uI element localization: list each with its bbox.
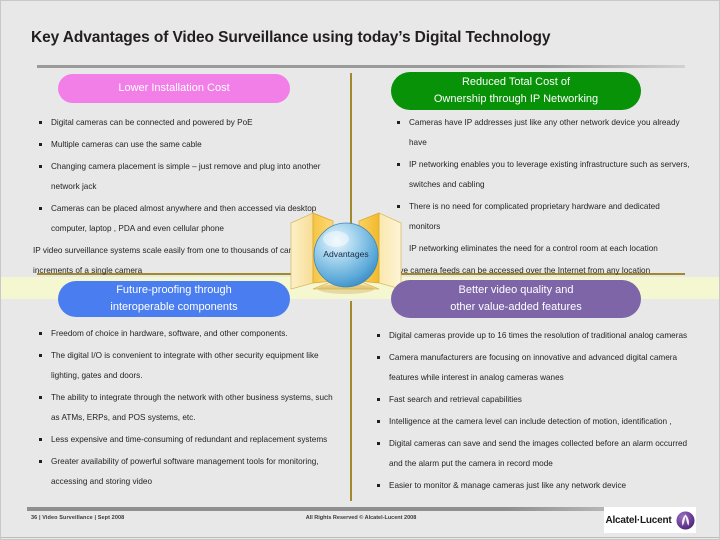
alcatel-lucent-mark-icon (676, 510, 695, 530)
list-item-text: Greater availability of powerful softwar… (51, 457, 319, 486)
list-item: The digital I/O is convenient to integra… (33, 346, 338, 386)
heading-text-line2: interoperable components (110, 301, 238, 313)
bullet-marker-icon (39, 165, 42, 168)
list-item-text: Digital cameras can be connected and pow… (51, 118, 253, 127)
bullet-marker-icon (39, 332, 42, 335)
heading-future-proofing: Future-proofing through interoperable co… (58, 281, 290, 317)
footer-bottom-border (1, 537, 719, 538)
heading-text-line2: other value-added features (450, 301, 582, 313)
title-divider (37, 65, 685, 68)
bullet-list-top-right: Cameras have IP addresses just like any … (393, 113, 693, 283)
list-item-text: IP networking enables you to leverage ex… (409, 160, 690, 189)
list-item-text: The digital I/O is convenient to integra… (51, 351, 319, 380)
heading-lower-installation-cost: Lower Installation Cost (58, 74, 290, 103)
bullet-marker-icon (397, 163, 400, 166)
list-item: Digital cameras can save and send the im… (373, 434, 693, 474)
list-item-text: Fast search and retrieval capabilities (389, 395, 522, 404)
list-item-text: Camera manufacturers are focusing on inn… (389, 353, 678, 382)
list-item-text: The ability to integrate through the net… (51, 393, 333, 422)
heading-better-video-quality: Better video quality and other value-add… (391, 280, 641, 318)
heading-text-line1: Future-proofing through (116, 284, 232, 296)
list-item-text: Easier to monitor & manage cameras just … (389, 481, 627, 490)
bullet-marker-icon (39, 354, 42, 357)
bullet-marker-icon (377, 398, 380, 401)
slide-canvas: Key Advantages of Video Surveillance usi… (0, 0, 720, 540)
bullet-marker-icon (377, 356, 380, 359)
bullet-marker-icon (377, 442, 380, 445)
bullet-list-bottom-right: Digital cameras provide up to 16 times t… (373, 326, 693, 498)
heading-text-line2: Ownership through IP Networking (433, 93, 599, 105)
bullet-marker-icon (39, 460, 42, 463)
list-item: Cameras have IP addresses just like any … (393, 113, 693, 153)
bullet-marker-icon (39, 438, 42, 441)
page-title: Key Advantages of Video Surveillance usi… (31, 29, 551, 46)
open-box-sphere-illustration (290, 212, 402, 294)
list-item: IP networking eliminates the need for a … (393, 239, 693, 259)
list-item-text: Digital cameras provide up to 16 times t… (389, 331, 688, 340)
bullet-marker-icon (377, 334, 380, 337)
list-item: Less expensive and time-consuming of red… (33, 430, 338, 450)
list-item: Greater availability of powerful softwar… (33, 452, 338, 492)
list-item-text: Cameras have IP addresses just like any … (409, 118, 680, 147)
brand-logo: Alcatel·Lucent (604, 507, 696, 533)
list-item: The ability to integrate through the net… (33, 388, 338, 428)
heading-text-line1: Better video quality and (458, 284, 574, 296)
list-item-text: Live camera feeds can be accessed over t… (393, 266, 651, 275)
list-item-text: Cameras can be placed almost anywhere an… (51, 204, 317, 233)
list-item: Intelligence at the camera level can inc… (373, 412, 693, 432)
list-item: Digital cameras can be connected and pow… (33, 113, 338, 133)
list-item: Live camera feeds can be accessed over t… (393, 261, 693, 281)
list-item: Digital cameras provide up to 16 times t… (373, 326, 693, 346)
list-item: Freedom of choice in hardware, software,… (33, 324, 338, 344)
bullet-marker-icon (377, 420, 380, 423)
bullet-marker-icon (377, 484, 380, 487)
bullet-marker-icon (39, 143, 42, 146)
list-item-text: IP video surveillance systems scale easi… (33, 246, 321, 275)
list-item-text: IP networking eliminates the need for a … (409, 244, 658, 253)
list-item: There is no need for complicated proprie… (393, 197, 693, 237)
list-item-text: Less expensive and time-consuming of red… (51, 435, 328, 444)
vertical-divider-bottom (350, 301, 352, 501)
bullet-marker-icon (39, 121, 42, 124)
bullet-marker-icon (39, 396, 42, 399)
list-item-text: Changing camera placement is simple – ju… (51, 162, 321, 191)
list-item: Changing camera placement is simple – ju… (33, 157, 338, 197)
heading-reduced-total-cost-of-ownership: Reduced Total Cost of Ownership through … (391, 72, 641, 110)
list-item-text: Intelligence at the camera level can inc… (389, 417, 672, 426)
list-item: Easier to monitor & manage cameras just … (373, 476, 693, 496)
list-item-text: Digital cameras can save and send the im… (389, 439, 688, 468)
footer-divider (27, 507, 693, 511)
list-item: Multiple cameras can use the same cable (33, 135, 338, 155)
heading-text: Lower Installation Cost (118, 82, 230, 94)
list-item: Fast search and retrieval capabilities (373, 390, 693, 410)
bullet-marker-icon (397, 121, 400, 124)
bullet-list-bottom-left: Freedom of choice in hardware, software,… (33, 324, 338, 494)
bullet-marker-icon (39, 207, 42, 210)
list-item-text: Freedom of choice in hardware, software,… (51, 329, 288, 338)
brand-logo-text: Alcatel·Lucent (605, 514, 672, 526)
list-item-text: Multiple cameras can use the same cable (51, 140, 202, 149)
list-item: Camera manufacturers are focusing on inn… (373, 348, 693, 388)
list-item-text: There is no need for complicated proprie… (409, 202, 660, 231)
list-item: IP networking enables you to leverage ex… (393, 155, 693, 195)
advantages-graphic: Advantages (287, 197, 405, 301)
heading-text-line1: Reduced Total Cost of (461, 76, 571, 88)
